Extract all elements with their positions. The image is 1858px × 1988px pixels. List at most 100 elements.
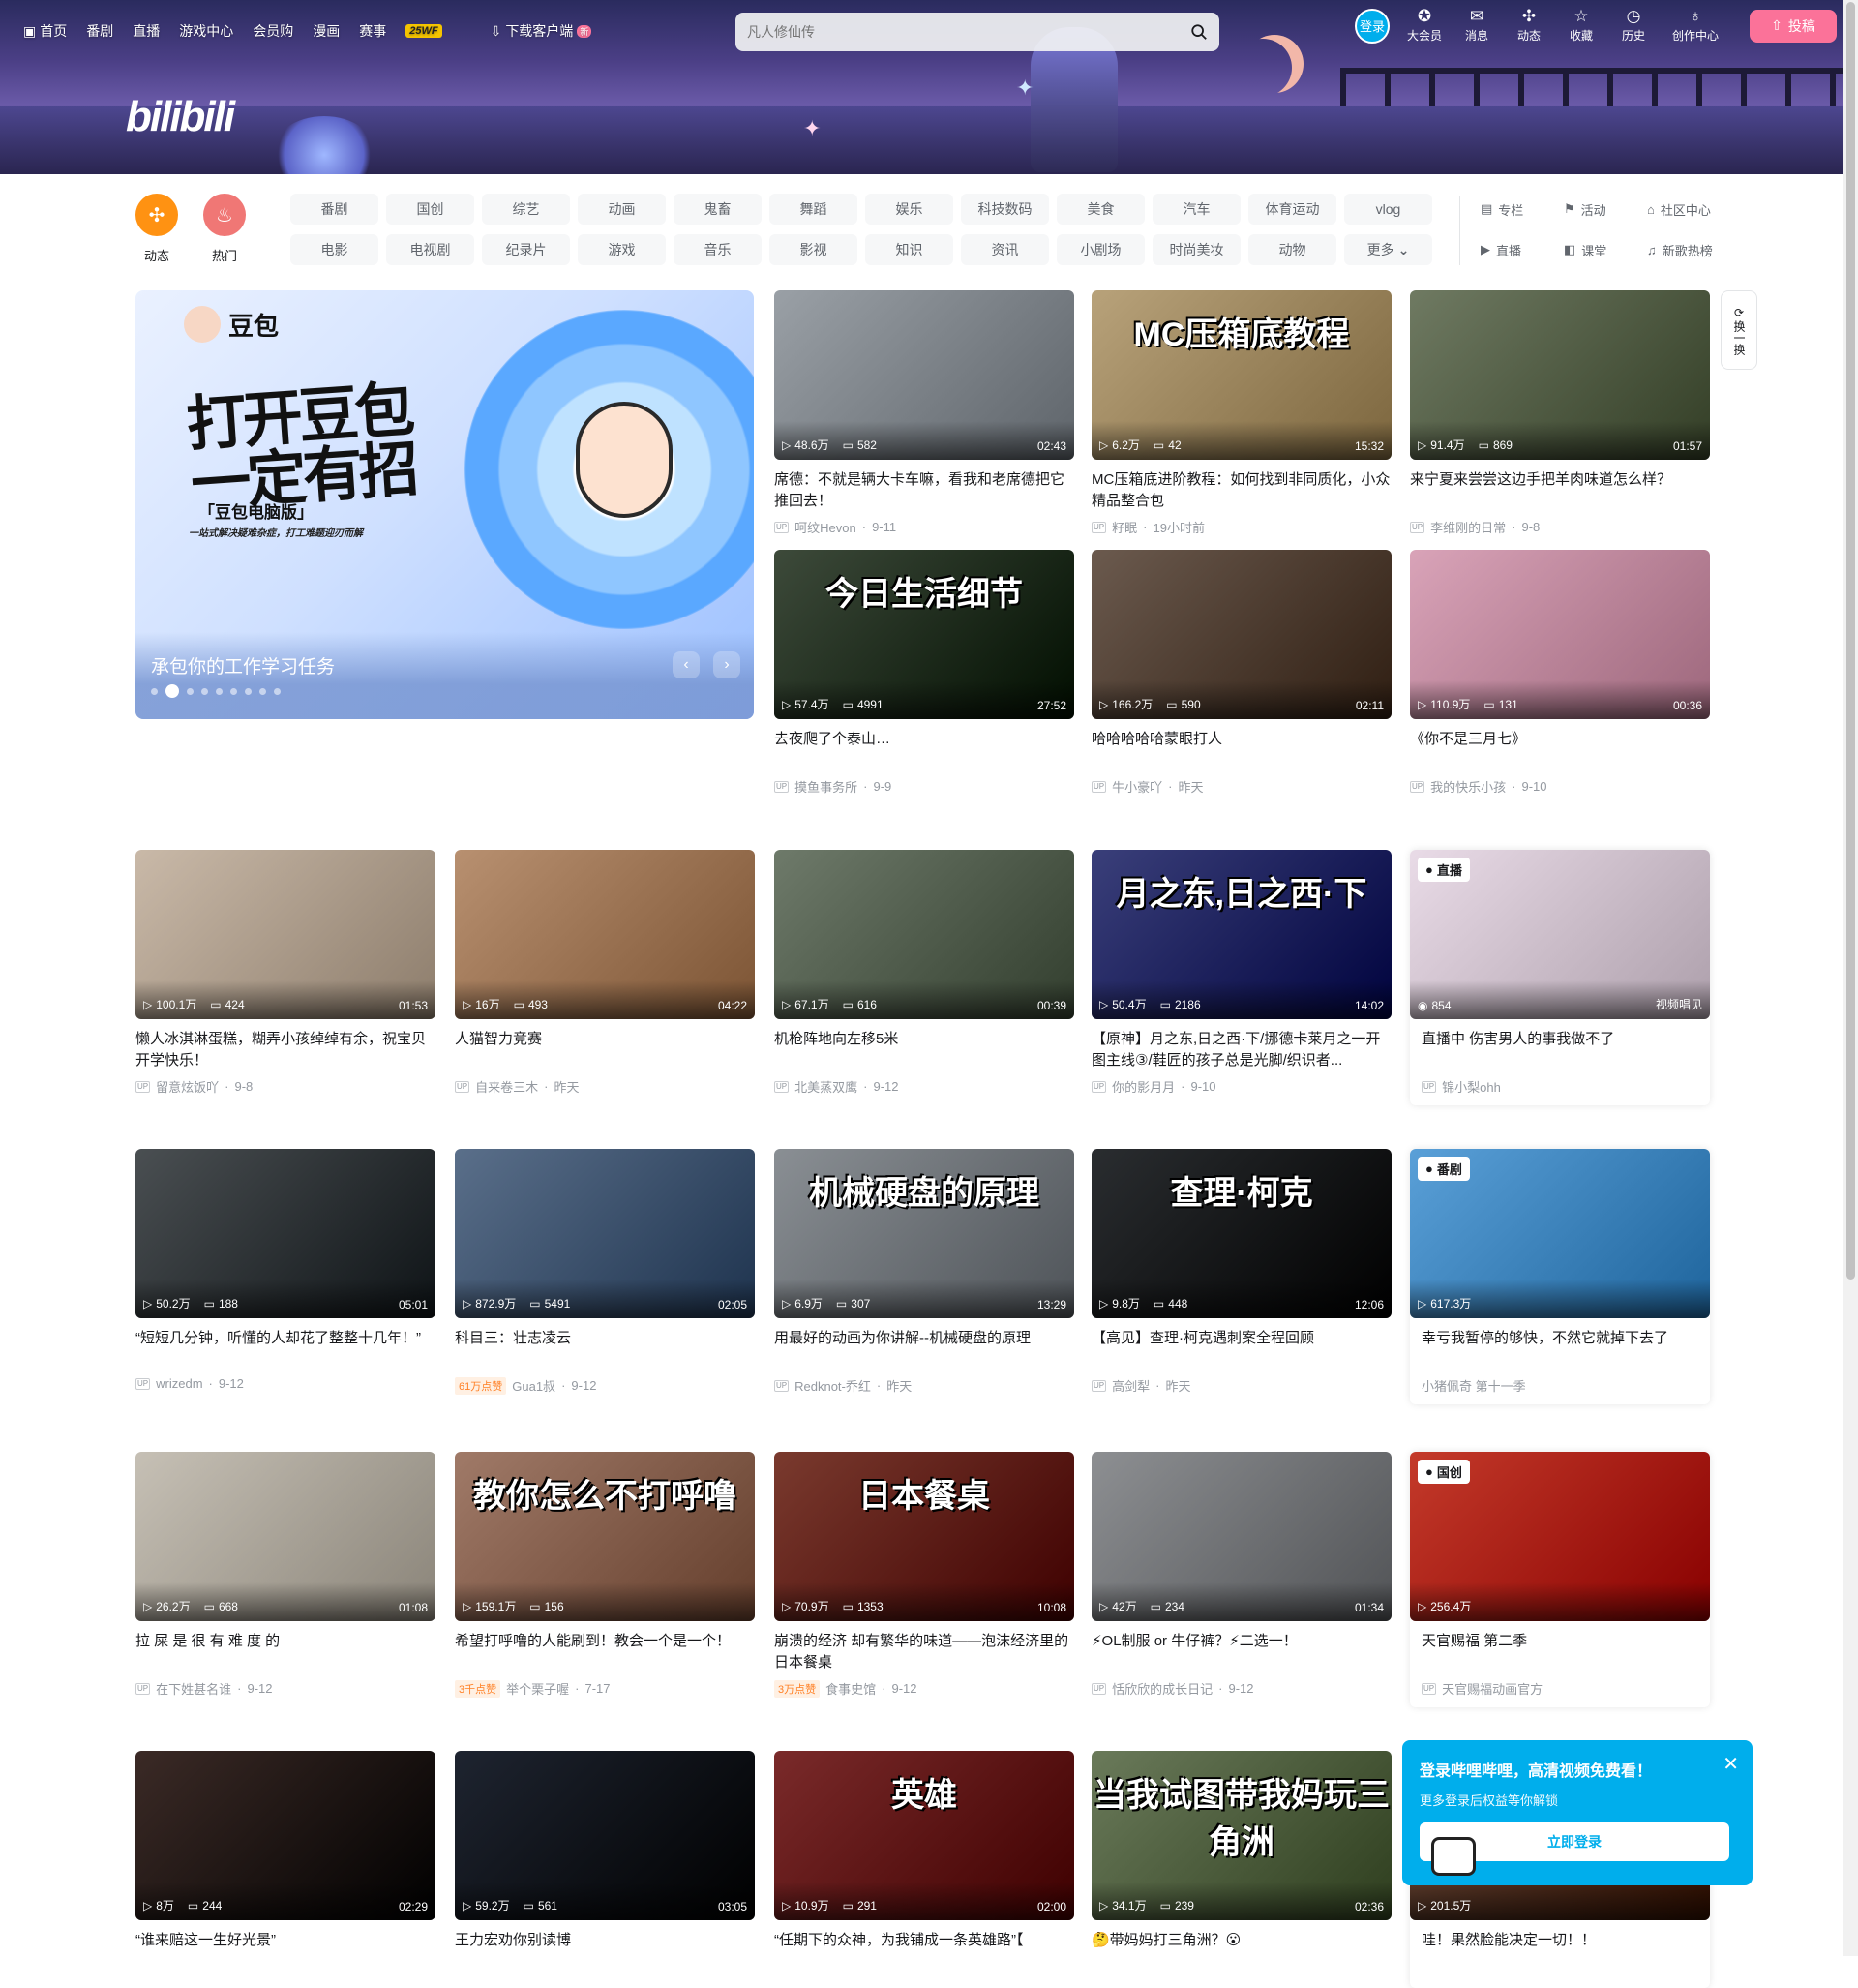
video-card[interactable]: ▷ 100.1万 ▭ 424 01:53 懒人冰淇淋蛋糕，糊弄小孩绰绰有余，祝宝贝开学快乐… [135,850,435,1096]
channel-item[interactable]: 美食 [1057,194,1145,225]
channel-item[interactable]: 国创 [386,194,474,225]
special-card[interactable]: ● 番剧 ▷ 617.3万 幸亏我暂停的够快，不然它就掉下去了 小猪佩奇 第十一季 [1410,1149,1710,1404]
video-card[interactable]: 今日生活细节 ▷ 57.4万 ▭ 4991 27:52 去夜爬了个泰山… UP 摸鱼事务所 · 9-… [774,550,1074,796]
link-classroom[interactable]: ◧ 课堂 [1564,234,1641,265]
channel-item[interactable]: 更多 ⌄ [1344,234,1432,265]
series-name[interactable]: 小猪佩奇 第十一季 [1422,1376,1526,1395]
channel-item[interactable]: 科技数码 [961,194,1049,225]
video-card[interactable]: 机械硬盘的原理 ▷ 6.9万 ▭ 307 13:29 用最好的动画为你讲解--机械硬盘的原理… [774,1149,1074,1395]
video-title[interactable]: 幸亏我暂停的够快，不然它就掉下去了 [1410,1328,1710,1371]
video-title[interactable]: 科目三：壮志凌云 [455,1328,755,1371]
bilibili-logo[interactable]: bilibili [126,93,235,141]
channel-item[interactable]: 纪录片 [482,234,570,265]
video-thumbnail[interactable]: 机械硬盘的原理 ▷ 6.9万 ▭ 307 13:29 [774,1149,1074,1318]
nav-game-center[interactable]: 游戏中心 [179,21,233,41]
video-card[interactable]: 日本餐桌 ▷ 70.9万 ▭ 1353 10:08 崩溃的经济 却有繁华的味道——泡沫经济里… [774,1452,1074,1698]
video-thumbnail[interactable]: ▷ 67.1万 ▭ 616 00:39 [774,850,1074,1019]
author-name[interactable]: 高剑犁 [1112,1376,1150,1395]
video-card[interactable]: ▷ 872.9万 ▭ 5491 02:05 科目三：壮志凌云 61万点赞 Gua1叔 · 9-12 [455,1149,755,1395]
video-title[interactable]: ⚡OL制服 or 牛仔裤？⚡二选一！ [1092,1631,1392,1673]
video-thumbnail[interactable]: ▷ 59.2万 ▭ 561 03:05 [455,1751,755,1920]
video-thumbnail[interactable]: 查理·柯克 ▷ 9.8万 ▭ 448 12:06 [1092,1149,1392,1318]
carousel-next-button[interactable]: › [713,651,740,678]
video-title[interactable]: “短短几分钟，听懂的人却花了整整十几年！” [135,1328,435,1371]
video-thumbnail[interactable]: ▷ 166.2万 ▭ 590 02:11 [1092,550,1392,719]
channel-item[interactable]: 舞蹈 [769,194,857,225]
search-input[interactable] [747,24,1154,40]
link-new-songs[interactable]: ♫ 新歌热榜 [1647,234,1724,265]
video-title[interactable]: 【原神】月之东,日之西·下/挪德卡莱月之一开图主线③/鞋匠的孩子总是光脚/织识者… [1092,1029,1392,1071]
video-title[interactable]: 用最好的动画为你讲解--机械硬盘的原理 [774,1328,1074,1371]
video-thumbnail[interactable]: ● 国创 ▷ 256.4万 [1410,1452,1710,1621]
carousel-dot[interactable] [187,687,194,695]
link-community[interactable]: ⌂ 社区中心 [1647,194,1724,225]
video-card[interactable]: ▷ 91.4万 ▭ 869 01:57 来宁夏来尝尝这边手把羊肉味道怎么样？ UP 李维刚的日… [1410,290,1710,536]
upload-button[interactable]: ⇧ 投稿 [1750,9,1837,43]
author-name[interactable]: 天官赐福动画官方 [1442,1679,1543,1698]
channel-item[interactable]: 综艺 [482,194,570,225]
author-name[interactable]: 在下姓甚名谁 [156,1679,231,1698]
nav-home[interactable]: ▣ 首页 [23,21,67,41]
channel-item[interactable]: vlog [1344,194,1432,225]
carousel-dot[interactable] [259,687,266,695]
video-thumbnail[interactable]: ▷ 91.4万 ▭ 869 01:57 [1410,290,1710,460]
nav-esports[interactable]: 赛事 [359,21,386,41]
nav-bangumi[interactable]: 番剧 [86,21,113,41]
event-badge[interactable]: 25WF [405,24,442,38]
video-card[interactable]: ▷ 8万 ▭ 244 02:29 “谁来赔这一生好光景” [135,1751,435,1978]
channel-item[interactable]: 资讯 [961,234,1049,265]
video-card[interactable]: 教你怎么不打呼噜 ▷ 159.1万 ▭ 156 希望打呼噜的人能刷到！教会一个是一个！ 3千… [455,1452,755,1698]
video-title[interactable]: 机枪阵地向左移5米 [774,1029,1074,1071]
video-card[interactable]: ▷ 110.9万 ▭ 131 00:36 《你不是三月七》 UP 我的快乐小孩 · 9-10 [1410,550,1710,796]
author-name[interactable]: 北美蒸双鹰 [794,1077,857,1096]
author-name[interactable]: Gua1叔 [512,1376,555,1395]
video-card[interactable]: 当我试图带我妈玩三角洲 ▷ 34.1万 ▭ 239 02:36 🤔带妈妈打三角洲？😮 [1092,1751,1392,1978]
channel-item[interactable]: 娱乐 [865,194,953,225]
video-card[interactable]: ▷ 59.2万 ▭ 561 03:05 王力宏劝你别读博 [455,1751,755,1978]
channel-dynamic[interactable]: ✣ 动态 [135,194,178,264]
carousel-dot[interactable] [274,687,281,695]
video-title[interactable]: 崩溃的经济 却有繁华的味道——泡沫经济里的日本餐桌 [774,1631,1074,1673]
video-title[interactable]: MC压箱底进阶教程：如何找到非同质化，小众精品整合包 [1092,469,1392,512]
close-icon[interactable]: ✕ [1723,1752,1739,1776]
channel-item[interactable]: 音乐 [674,234,762,265]
video-title[interactable]: 天官赐福 第二季 [1410,1631,1710,1673]
author-name[interactable]: 李维刚的日常 [1430,518,1506,536]
video-title[interactable]: 席德：不就是辆大卡车嘛，看我和老席德把它推回去！ [774,469,1074,512]
author-name[interactable]: 牛小豪吖 [1112,777,1162,796]
nav-live[interactable]: 直播 [133,21,160,41]
video-title[interactable]: 🤔带妈妈打三角洲？😮 [1092,1930,1392,1973]
author-name[interactable]: 锦小梨ohh [1442,1077,1501,1096]
nav-shop[interactable]: 会员购 [253,21,293,41]
video-card[interactable]: 月之东,日之西·下 ▷ 50.4万 ▭ 2186 14:02 【原神】月之东,日之西·下/挪… [1092,850,1392,1096]
author-name[interactable]: 籽眠 [1112,518,1137,536]
nav-dynamics[interactable]: ✣ 动态 [1512,8,1546,44]
channel-hot[interactable]: ♨ 热门 [203,194,246,264]
video-thumbnail[interactable]: ▷ 50.2万 ▭ 188 05:01 [135,1149,435,1318]
author-name[interactable]: 摸鱼事务所 [794,777,857,796]
scrollbar-thumb[interactable] [1846,2,1855,1280]
video-title[interactable]: 去夜爬了个泰山… [774,729,1074,771]
author-name[interactable]: 食事史馆 [825,1679,876,1698]
video-title[interactable]: “任期下的众神，为我铺成一条英雄路”【 [774,1930,1074,1973]
channel-item[interactable]: 小剧场 [1057,234,1145,265]
carousel-dot[interactable] [151,687,158,695]
channel-item[interactable]: 体育运动 [1248,194,1336,225]
carousel-dot[interactable] [216,687,223,695]
channel-item[interactable]: 动物 [1248,234,1336,265]
carousel-dot[interactable] [245,687,252,695]
carousel-dot[interactable] [165,684,179,698]
video-thumbnail[interactable]: 教你怎么不打呼噜 ▷ 159.1万 ▭ 156 [455,1452,755,1621]
author-name[interactable]: 你的影月月 [1112,1077,1175,1096]
channel-item[interactable]: 时尚美妆 [1153,234,1241,265]
carousel-caption[interactable]: 承包你的工作学习任务 [151,652,335,678]
video-card[interactable]: ▷ 50.2万 ▭ 188 05:01 “短短几分钟，听懂的人却花了整整十几年！” UP wr… [135,1149,435,1391]
video-thumbnail[interactable]: 今日生活细节 ▷ 57.4万 ▭ 4991 27:52 [774,550,1074,719]
nav-vip[interactable]: ✪ 大会员 [1407,8,1442,44]
video-card[interactable]: MC压箱底教程 ▷ 6.2万 ▭ 42 15:32 MC压箱底进阶教程：如何找到非同质化，小… [1092,290,1392,536]
video-thumbnail[interactable]: 日本餐桌 ▷ 70.9万 ▭ 1353 10:08 [774,1452,1074,1621]
video-card[interactable]: ▷ 48.6万 ▭ 582 02:43 席德：不就是辆大卡车嘛，看我和老席德把它推回去！ U… [774,290,1074,536]
scrollbar[interactable] [1843,0,1858,1956]
search-icon[interactable] [1190,23,1208,41]
video-thumbnail[interactable]: ▷ 16万 ▭ 493 04:22 [455,850,755,1019]
